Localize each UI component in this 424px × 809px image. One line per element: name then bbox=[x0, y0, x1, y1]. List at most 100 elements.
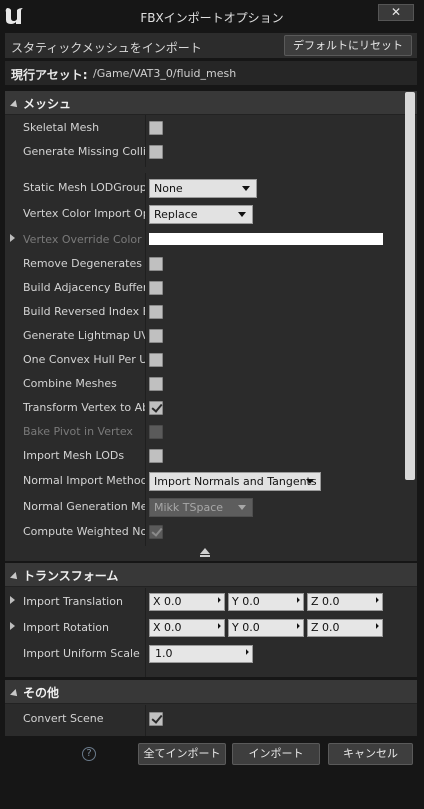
property-row-normal-generation-method: Normal Generation Meth Mikk TSpace bbox=[5, 495, 417, 519]
window-title: FBXインポートオプション bbox=[140, 11, 284, 25]
property-label: Convert Scene bbox=[23, 712, 104, 725]
property-row-remove-degenerates: Remove Degenerates bbox=[5, 252, 417, 276]
property-row-combine-meshes: Combine Meshes bbox=[5, 372, 417, 396]
property-label: Generate Lightmap UVs bbox=[23, 329, 145, 342]
field-value: 1.0 bbox=[155, 647, 173, 660]
property-label: Static Mesh LODGroup bbox=[23, 181, 145, 194]
combo-value: None bbox=[154, 182, 183, 195]
property-row-generate-missing-collision: Generate Missing Collisi bbox=[5, 140, 417, 164]
one-convex-hull-checkbox[interactable] bbox=[149, 353, 163, 367]
property-row-compute-weighted-normals: Compute Weighted Norm bbox=[5, 520, 417, 544]
vertex-override-color-swatch[interactable] bbox=[149, 233, 383, 245]
static-mesh-lodgroup-combo[interactable]: None bbox=[149, 179, 257, 198]
section-header-misc[interactable]: その他 bbox=[5, 680, 417, 704]
collapse-bar-icon bbox=[200, 555, 210, 557]
convert-scene-checkbox[interactable] bbox=[149, 712, 163, 726]
help-icon[interactable]: ? bbox=[82, 747, 96, 761]
build-adjacency-buffer-checkbox[interactable] bbox=[149, 281, 163, 295]
field-value: Z 0.0 bbox=[311, 595, 340, 608]
bake-pivot-in-vertex-checkbox[interactable] bbox=[149, 425, 163, 439]
drag-handle-icon bbox=[294, 597, 300, 603]
drag-handle-icon bbox=[373, 623, 379, 629]
collapse-up-arrow-icon bbox=[200, 548, 210, 554]
field-value: Y 0.0 bbox=[232, 621, 260, 634]
property-label: Transform Vertex to Abs bbox=[23, 401, 145, 414]
vertex-color-import-combo[interactable]: Replace bbox=[149, 205, 253, 224]
compute-weighted-normals-checkbox[interactable] bbox=[149, 525, 163, 539]
property-row-import-translation: Import Translation X 0.0 Y 0.0 Z 0.0 bbox=[5, 590, 417, 614]
property-label: Remove Degenerates bbox=[23, 257, 142, 270]
uniform-scale-field[interactable]: 1.0 bbox=[149, 645, 253, 663]
import-type-text: スタティックメッシュをインポート bbox=[11, 41, 202, 55]
field-value: Y 0.0 bbox=[232, 595, 260, 608]
title-bar: FBXインポートオプション ✕ bbox=[0, 0, 424, 30]
build-reversed-index-buffer-checkbox[interactable] bbox=[149, 305, 163, 319]
generate-lightmap-uvs-checkbox[interactable] bbox=[149, 329, 163, 343]
import-button[interactable]: インポート bbox=[232, 743, 320, 765]
drag-handle-icon bbox=[243, 649, 249, 655]
property-label: Vertex Override Color bbox=[23, 233, 142, 246]
advanced-collapse-toggle[interactable] bbox=[5, 546, 417, 559]
drag-handle-icon bbox=[373, 597, 379, 603]
cancel-button[interactable]: キャンセル bbox=[328, 743, 413, 765]
property-label: Normal Import Method bbox=[23, 474, 145, 487]
property-row-import-rotation: Import Rotation X 0.0 Y 0.0 Z 0.0 bbox=[5, 616, 417, 640]
section-title-mesh: メッシュ bbox=[23, 97, 72, 111]
skeletal-mesh-checkbox[interactable] bbox=[149, 121, 163, 135]
transform-panel: トランスフォーム Import Translation X 0.0 Y 0.0 … bbox=[5, 563, 417, 677]
property-row-static-mesh-lodgroup: Static Mesh LODGroup None bbox=[5, 176, 417, 200]
dropdown-arrow-icon bbox=[238, 212, 246, 217]
reset-to-default-button[interactable]: デフォルトにリセット bbox=[284, 35, 412, 56]
property-label: Import Uniform Scale bbox=[23, 647, 140, 660]
drag-handle-icon bbox=[294, 623, 300, 629]
property-row-skeletal-mesh: Skeletal Mesh bbox=[5, 116, 417, 140]
combo-value: Mikk TSpace bbox=[154, 501, 224, 514]
section-header-transform[interactable]: トランスフォーム bbox=[5, 563, 417, 587]
translation-y-field[interactable]: Y 0.0 bbox=[228, 593, 304, 611]
combo-value: Import Normals and Tangents bbox=[154, 475, 317, 488]
import-mesh-lods-checkbox[interactable] bbox=[149, 449, 163, 463]
property-label: Build Reversed Index Bu bbox=[23, 305, 145, 318]
dropdown-arrow-icon bbox=[238, 505, 246, 510]
property-row-build-reversed-index-buffer: Build Reversed Index Bu bbox=[5, 300, 417, 324]
generate-missing-collision-checkbox[interactable] bbox=[149, 145, 163, 159]
drag-handle-icon bbox=[215, 623, 221, 629]
close-button[interactable]: ✕ bbox=[378, 4, 414, 21]
collapse-triangle-icon bbox=[10, 571, 20, 582]
combine-meshes-checkbox[interactable] bbox=[149, 377, 163, 391]
remove-degenerates-checkbox[interactable] bbox=[149, 257, 163, 271]
property-row-import-mesh-lods: Import Mesh LODs bbox=[5, 444, 417, 468]
translation-z-field[interactable]: Z 0.0 bbox=[307, 593, 383, 611]
normal-generation-method-combo[interactable]: Mikk TSpace bbox=[149, 498, 253, 517]
mesh-panel: メッシュ Skeletal Mesh Generate Missing Coll… bbox=[5, 91, 417, 561]
rotation-x-field[interactable]: X 0.0 bbox=[149, 619, 225, 637]
vertical-scrollbar[interactable] bbox=[405, 92, 415, 480]
property-row-convert-scene: Convert Scene bbox=[5, 707, 417, 731]
import-type-bar: スタティックメッシュをインポート デフォルトにリセット bbox=[5, 33, 417, 58]
expand-arrow-icon[interactable] bbox=[10, 596, 15, 604]
current-asset-bar: 現行アセット: /Game/VAT3_0/fluid_mesh bbox=[5, 61, 417, 85]
drag-handle-icon bbox=[215, 597, 221, 603]
property-row-normal-import-method: Normal Import Method Import Normals and … bbox=[5, 469, 417, 493]
property-label: Skeletal Mesh bbox=[23, 121, 100, 134]
rotation-z-field[interactable]: Z 0.0 bbox=[307, 619, 383, 637]
expand-arrow-icon[interactable] bbox=[10, 234, 15, 242]
collapse-triangle-icon bbox=[10, 688, 20, 699]
normal-import-method-combo[interactable]: Import Normals and Tangents bbox=[149, 472, 321, 491]
import-all-button[interactable]: 全てインポート bbox=[138, 743, 226, 765]
section-header-mesh[interactable]: メッシュ bbox=[5, 91, 417, 115]
property-label: Combine Meshes bbox=[23, 377, 117, 390]
rotation-y-field[interactable]: Y 0.0 bbox=[228, 619, 304, 637]
property-row-vertex-color-import: Vertex Color Import Opti Replace bbox=[5, 202, 417, 226]
current-asset-path: /Game/VAT3_0/fluid_mesh bbox=[93, 67, 237, 80]
property-label: Generate Missing Collisi bbox=[23, 145, 145, 158]
property-label: Import Mesh LODs bbox=[23, 449, 125, 462]
property-label: Import Translation bbox=[23, 595, 123, 608]
field-value: X 0.0 bbox=[153, 621, 182, 634]
expand-arrow-icon[interactable] bbox=[10, 622, 15, 630]
property-row-generate-lightmap-uvs: Generate Lightmap UVs bbox=[5, 324, 417, 348]
property-label: Bake Pivot in Vertex bbox=[23, 425, 133, 438]
transform-vertex-to-absolute-checkbox[interactable] bbox=[149, 401, 163, 415]
translation-x-field[interactable]: X 0.0 bbox=[149, 593, 225, 611]
property-label: One Convex Hull Per UC> bbox=[23, 353, 145, 366]
